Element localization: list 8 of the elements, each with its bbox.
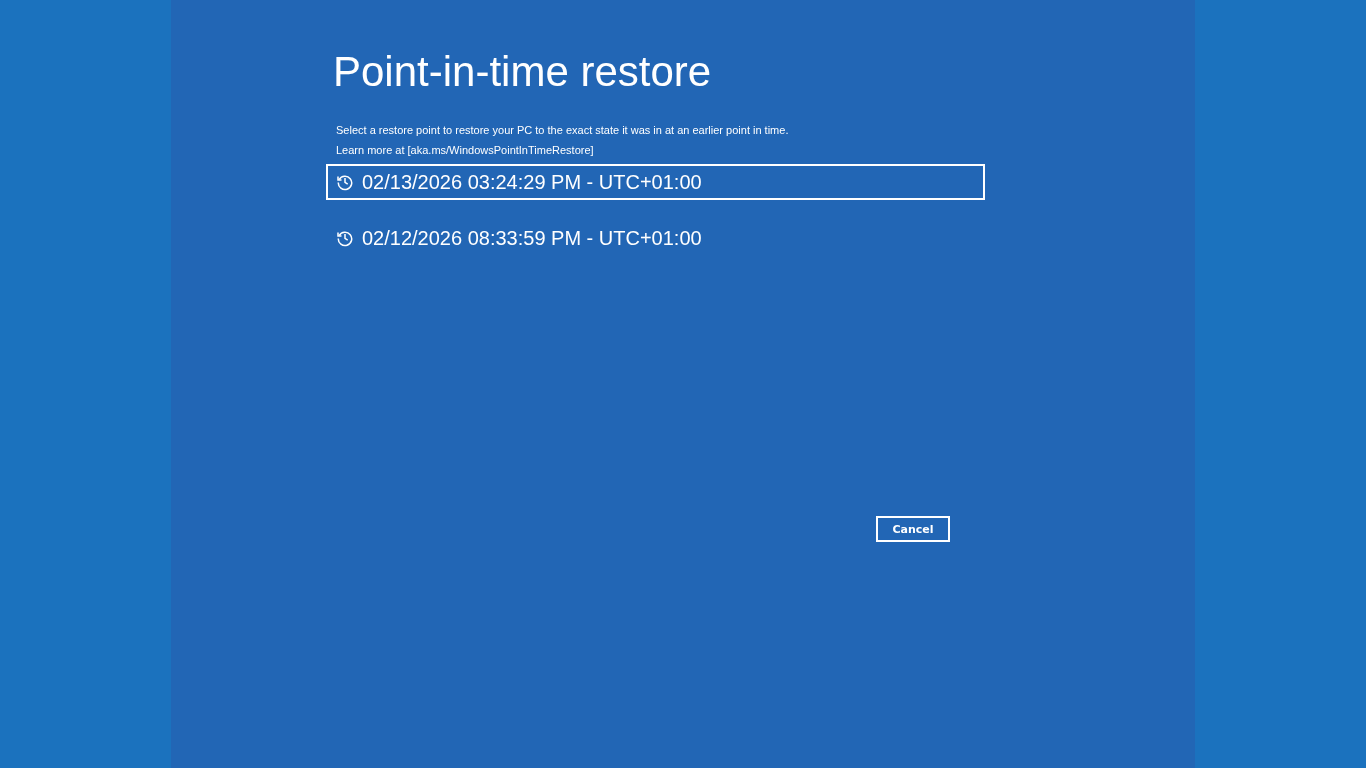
restore-point-item[interactable]: 02/12/2026 08:33:59 PM - UTC+01:00 xyxy=(326,220,985,256)
description-text: Select a restore point to restore your PC to the exact state it was in at an earlier point in time. xyxy=(336,123,790,138)
history-icon xyxy=(336,173,354,191)
cancel-button[interactable]: Cancel xyxy=(876,516,950,542)
page-title: Point-in-time restore xyxy=(333,47,713,97)
history-icon xyxy=(336,229,354,247)
learn-more-text: Learn more at [aka.ms/WindowsPointInTimeRestore] xyxy=(336,143,595,158)
restore-point-item[interactable]: 02/13/2026 03:24:29 PM - UTC+01:00 xyxy=(326,164,985,200)
